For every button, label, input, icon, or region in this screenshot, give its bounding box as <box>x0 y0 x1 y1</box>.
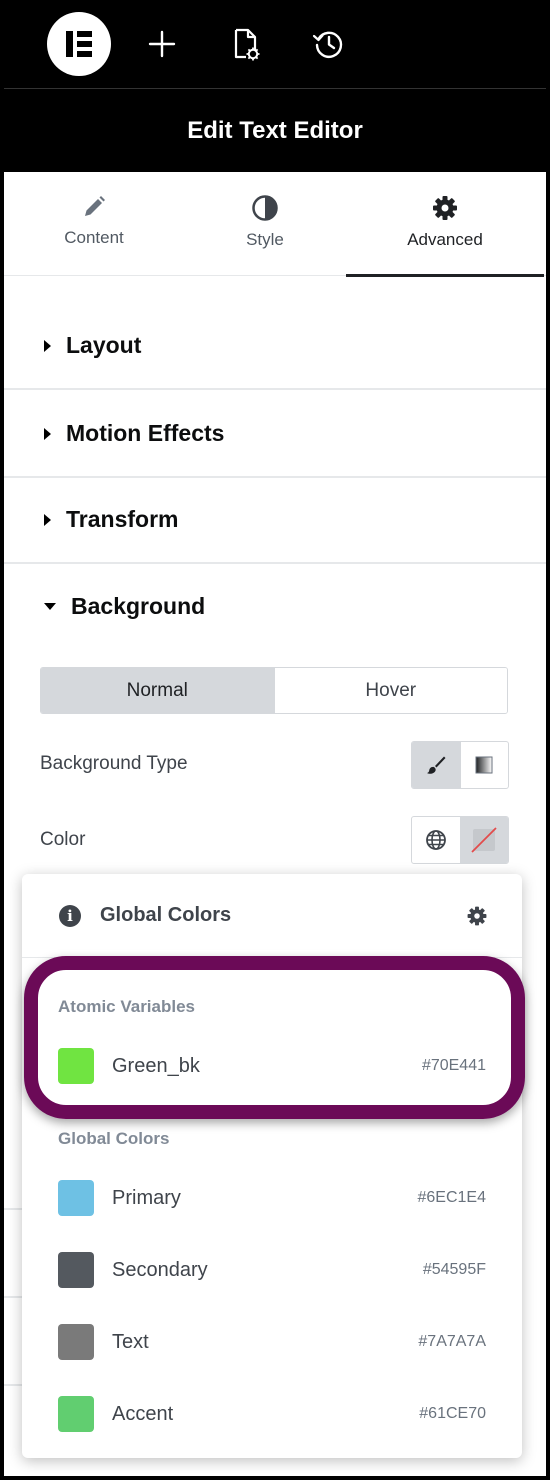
color-name: Accent <box>112 1403 174 1425</box>
normal-state-tab[interactable]: Normal <box>41 668 274 713</box>
paint-brush-icon <box>426 756 446 774</box>
color-name: Green_bk <box>112 1055 200 1077</box>
tab-content-label: Content <box>64 228 124 247</box>
section-layout-title: Layout <box>66 332 142 358</box>
popover-title: Global Colors <box>100 904 232 926</box>
global-colors-popover: i Global Colors Atomic Variables Green_b… <box>22 874 522 1458</box>
tab-advanced[interactable]: Advanced <box>346 172 544 277</box>
section-motion-effects[interactable]: Motion Effects <box>4 390 546 478</box>
gradient-background-button[interactable] <box>459 742 509 788</box>
editor-panel: Edit Text Editor Content Style Advanced … <box>4 0 546 1476</box>
globe-icon <box>425 830 446 850</box>
color-control <box>411 816 509 864</box>
section-background-title: Background <box>71 593 206 619</box>
color-name: Secondary <box>112 1259 208 1281</box>
color-swatch <box>58 1048 94 1084</box>
color-label: Color <box>40 829 86 850</box>
color-name: Text <box>112 1331 149 1353</box>
color-row-green-bk[interactable]: Green_bk #70E441 <box>22 1041 522 1091</box>
color-row-secondary[interactable]: Secondary #54595F <box>22 1245 522 1295</box>
color-row-text[interactable]: Text #7A7A7A <box>22 1317 522 1367</box>
popover-header: i Global Colors <box>22 874 522 958</box>
color-hex: #61CE70 <box>419 1405 486 1422</box>
tab-advanced-label: Advanced <box>407 230 483 249</box>
color-hex: #6EC1E4 <box>417 1189 487 1206</box>
background-type-label: Background Type <box>40 753 188 774</box>
hover-state-tab[interactable]: Hover <box>273 668 507 713</box>
panel-header: Edit Text Editor <box>4 88 546 172</box>
section-transform[interactable]: Transform <box>4 478 546 564</box>
caret-down-icon <box>44 603 56 610</box>
color-hex: #70E441 <box>421 1057 486 1074</box>
color-row-primary[interactable]: Primary #6EC1E4 <box>22 1173 522 1223</box>
section-transform-header: Transform <box>44 506 178 533</box>
page-settings-icon[interactable] <box>225 24 265 64</box>
top-toolbar <box>4 0 546 88</box>
section-transform-title: Transform <box>66 506 179 532</box>
caret-right-icon <box>44 513 51 526</box>
color-row-accent[interactable]: Accent #61CE70 <box>22 1389 522 1439</box>
gear-icon[interactable] <box>466 905 488 932</box>
color-swatch <box>58 1180 94 1216</box>
color-swatch <box>58 1324 94 1360</box>
gradient-icon <box>475 756 493 774</box>
color-hex: #54595F <box>422 1261 486 1278</box>
classic-background-button[interactable] <box>412 742 460 788</box>
section-motion-effects-title: Motion Effects <box>66 420 225 446</box>
info-icon[interactable]: i <box>59 905 81 927</box>
history-icon[interactable] <box>309 24 349 64</box>
color-name: Primary <box>112 1187 181 1209</box>
panel-title: Edit Text Editor <box>187 116 363 144</box>
divider <box>4 1384 22 1386</box>
state-toggle: Normal Hover <box>40 667 508 714</box>
elementor-logo-icon[interactable] <box>47 12 111 76</box>
tab-content[interactable]: Content <box>4 172 184 276</box>
section-layout-header: Layout <box>44 332 141 359</box>
caret-right-icon <box>44 427 51 440</box>
global-colors-group-title: Global Colors <box>58 1129 170 1148</box>
plus-icon[interactable] <box>142 24 182 64</box>
atomic-variables-group-title: Atomic Variables <box>58 997 196 1016</box>
section-background-header[interactable]: Background <box>44 593 205 620</box>
tab-style[interactable]: Style <box>184 172 346 276</box>
section-motion-effects-header: Motion Effects <box>44 420 224 447</box>
color-swatch <box>58 1252 94 1288</box>
no-color-icon <box>471 827 497 853</box>
color-hex: #7A7A7A <box>418 1333 486 1350</box>
panel-tabs: Content Style Advanced <box>4 172 546 277</box>
caret-right-icon <box>44 339 51 352</box>
divider <box>4 1208 22 1210</box>
contrast-icon <box>252 195 278 221</box>
section-layout[interactable]: Layout <box>4 276 546 390</box>
background-type-control <box>411 741 509 789</box>
tab-style-label: Style <box>246 230 284 249</box>
gear-icon <box>433 196 457 220</box>
global-colors-button[interactable] <box>412 817 460 863</box>
color-picker-swatch[interactable] <box>459 817 508 863</box>
pencil-icon <box>85 196 105 216</box>
color-swatch <box>58 1396 94 1432</box>
divider <box>4 1296 22 1298</box>
